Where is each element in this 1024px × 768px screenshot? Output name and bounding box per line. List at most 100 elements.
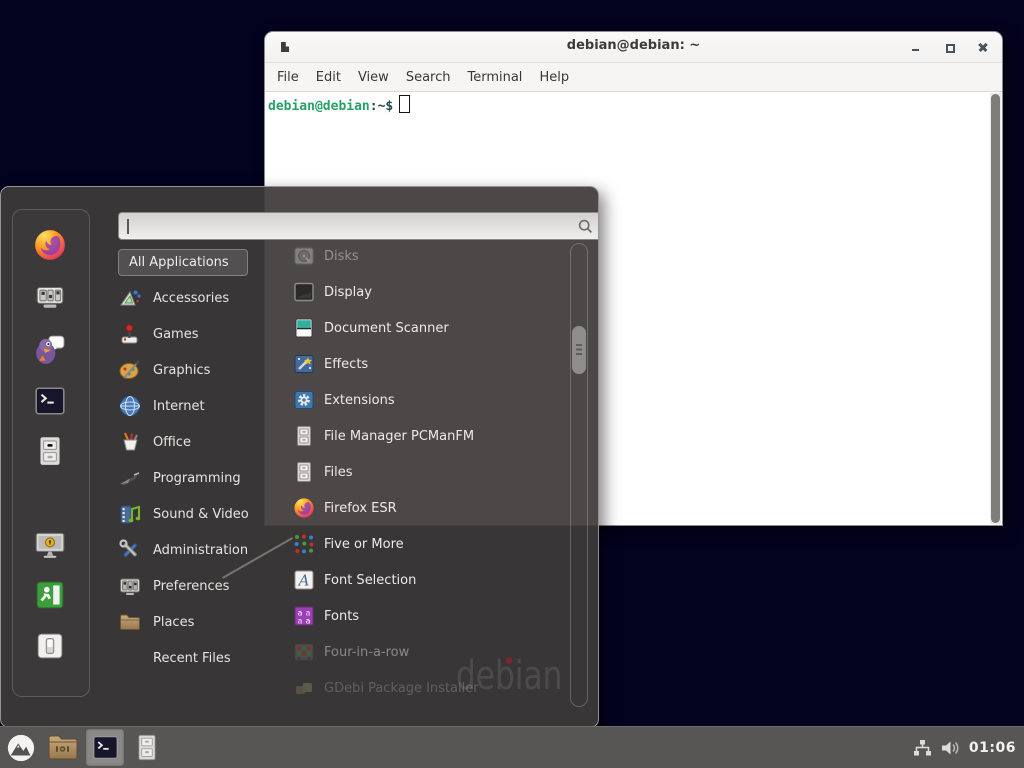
menu-scrollbar-thumb[interactable] — [572, 326, 586, 374]
taskbar: 01:06 — [0, 726, 1024, 768]
category-recent-files[interactable]: Recent Files — [118, 640, 270, 676]
category-label: Games — [153, 327, 198, 342]
gdebi-icon — [293, 677, 315, 699]
firefox-icon — [293, 497, 315, 519]
file-cabinet-icon — [33, 434, 67, 468]
favorite-files[interactable] — [33, 434, 67, 468]
close-button[interactable] — [979, 43, 988, 52]
no-icon — [118, 646, 142, 670]
category-all-applications[interactable]: All Applications — [118, 249, 248, 276]
favorite-terminal[interactable] — [33, 384, 67, 418]
effects-icon — [293, 353, 315, 375]
shutdown-icon — [33, 629, 67, 663]
graphics-icon — [118, 358, 142, 382]
taskbar-clock[interactable]: 01:06 — [969, 740, 1016, 756]
terminal-icon — [33, 384, 67, 418]
category-label: Sound & Video — [153, 507, 249, 522]
files-button[interactable] — [128, 729, 166, 766]
file-cabinet-icon — [293, 461, 315, 483]
app-five-or-more[interactable]: Five or More — [279, 526, 573, 562]
category-label: Administration — [153, 543, 248, 558]
app-label: Extensions — [324, 393, 395, 408]
window-title: debian@debian: ~ — [265, 38, 1002, 53]
desktop: debian@debian: ~ File Edit View Search T… — [0, 0, 1024, 768]
category-office[interactable]: Office — [118, 424, 270, 460]
app-label: Display — [324, 285, 372, 300]
system-tray: 01:06 — [913, 739, 1024, 757]
favorite-logout[interactable] — [33, 578, 67, 612]
category-places[interactable]: Places — [118, 604, 270, 640]
category-label: Internet — [153, 399, 205, 414]
category-graphics[interactable]: Graphics — [118, 352, 270, 388]
favorite-shutdown[interactable] — [33, 629, 67, 663]
file-manager-button[interactable] — [44, 729, 82, 766]
app-file-manager-pcmanfm[interactable]: File Manager PCManFM — [279, 418, 573, 454]
menu-file[interactable]: File — [277, 70, 299, 85]
menu-search[interactable]: Search — [406, 70, 451, 85]
category-internet[interactable]: Internet — [118, 388, 270, 424]
office-icon — [118, 430, 142, 454]
file-cabinet-icon — [293, 425, 315, 447]
accessories-icon — [118, 286, 142, 310]
app-effects[interactable]: Effects — [279, 346, 573, 382]
internet-icon — [118, 394, 142, 418]
file-cabinet-icon — [134, 733, 160, 762]
menu-view[interactable]: View — [358, 70, 389, 85]
terminal-scrollbar[interactable] — [990, 93, 1001, 524]
terminal-button[interactable] — [86, 729, 124, 766]
app-fonts[interactable]: aaaa Fonts — [279, 598, 573, 634]
search-icon — [578, 219, 593, 234]
app-display[interactable]: Display — [279, 274, 573, 310]
category-accessories[interactable]: Accessories — [118, 280, 270, 316]
volume-icon[interactable] — [941, 739, 960, 757]
app-font-selection[interactable]: A Font Selection — [279, 562, 573, 598]
display-icon — [293, 281, 315, 303]
debian-watermark: debian — [456, 653, 562, 699]
favorite-pidgin[interactable] — [33, 332, 67, 366]
category-label: Graphics — [153, 363, 210, 378]
favorite-preferences[interactable] — [33, 279, 67, 313]
menu-terminal[interactable]: Terminal — [467, 70, 522, 85]
terminal-icon — [91, 733, 120, 762]
terminal-titlebar[interactable]: debian@debian: ~ — [265, 32, 1002, 63]
all-applications-label: All Applications — [129, 255, 229, 270]
app-menu-button[interactable] — [2, 729, 40, 766]
app-files[interactable]: Files — [279, 454, 573, 490]
folder-icon — [47, 734, 79, 761]
pidgin-icon — [33, 332, 67, 366]
disks-icon — [293, 245, 315, 267]
svg-text:A: A — [297, 572, 310, 590]
category-preferences[interactable]: Preferences — [118, 568, 270, 604]
category-programming[interactable]: Programming — [118, 460, 270, 496]
menu-help[interactable]: Help — [539, 70, 569, 85]
five-or-more-icon — [293, 533, 315, 555]
category-games[interactable]: Games — [118, 316, 270, 352]
app-label: Files — [324, 465, 353, 480]
maximize-button[interactable] — [945, 43, 954, 52]
network-icon[interactable] — [913, 739, 932, 757]
lock-screen-icon — [33, 527, 67, 561]
category-label: Recent Files — [153, 651, 231, 666]
terminal-scrollbar-thumb[interactable] — [991, 94, 1000, 523]
app-label: Five or More — [324, 537, 404, 552]
app-document-scanner[interactable]: Document Scanner — [279, 310, 573, 346]
document-scanner-icon — [293, 317, 315, 339]
menu-search-box[interactable] — [118, 212, 599, 240]
text-caret — [127, 219, 129, 234]
category-sound-video[interactable]: Sound & Video — [118, 496, 270, 532]
app-extensions[interactable]: Extensions — [279, 382, 573, 418]
programming-icon — [118, 466, 142, 490]
app-disks: Disks — [279, 238, 573, 274]
favorite-firefox[interactable] — [33, 228, 67, 262]
minimize-button[interactable] — [911, 43, 920, 52]
menu-scrollbar-track[interactable] — [570, 243, 588, 707]
menu-edit[interactable]: Edit — [316, 70, 341, 85]
debian-red-dot-icon — [506, 657, 512, 664]
app-firefox-esr[interactable]: Firefox ESR — [279, 490, 573, 526]
app-label: Firefox ESR — [324, 501, 397, 516]
favorite-lock-screen[interactable] — [33, 527, 67, 561]
sound-video-icon — [118, 502, 142, 526]
logout-icon — [33, 578, 67, 612]
places-icon — [118, 610, 142, 634]
games-icon — [118, 322, 142, 346]
